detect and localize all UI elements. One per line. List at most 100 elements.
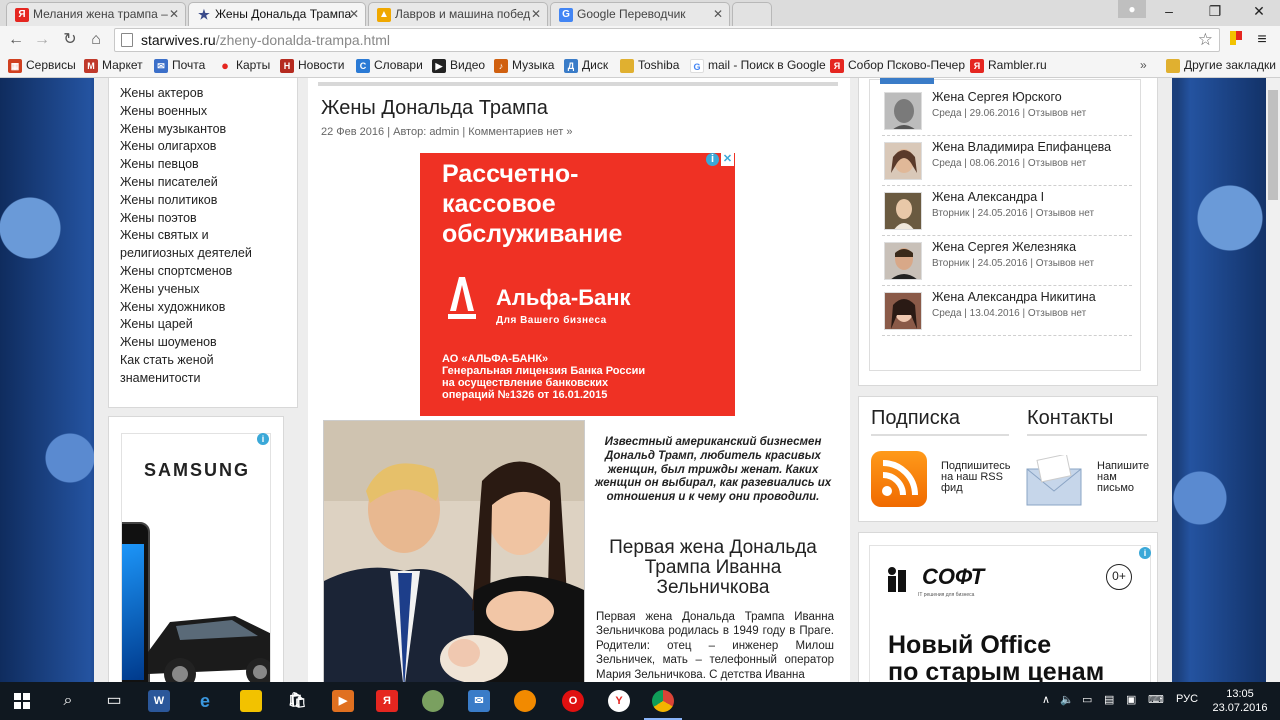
tab-close-icon[interactable]: ✕ xyxy=(531,7,541,21)
category-link[interactable]: Жены спортсменов xyxy=(109,263,297,281)
samsung-ad[interactable]: SAMSUNG xyxy=(121,433,271,682)
app-icon[interactable] xyxy=(514,690,536,712)
category-link[interactable]: Жены олигархов xyxy=(109,138,297,156)
bookmark-dictionaries[interactable]: С Словари xyxy=(356,58,423,74)
category-link[interactable]: Жены певцов xyxy=(109,156,297,174)
category-link[interactable]: Жены музыкантов xyxy=(109,121,297,139)
extension-flag-icon[interactable] xyxy=(1226,30,1246,50)
bookmark-rambler[interactable]: Я Rambler.ru xyxy=(970,58,1047,74)
recent-post[interactable]: Жена Сергея Юрского Среда | 29.06.2016 |… xyxy=(882,88,1132,136)
address-bar[interactable]: starwives.ru/zheny-donalda-trampa.html ☆ xyxy=(114,28,1220,52)
category-link[interactable]: религиозных деятелей xyxy=(109,245,297,263)
tab-lavrov[interactable]: ▲ Лавров и машина побед ✕ xyxy=(368,2,548,26)
category-link[interactable]: Как стать женой xyxy=(109,352,297,370)
category-link[interactable]: Жены политиков xyxy=(109,192,297,210)
tab-close-icon[interactable]: ✕ xyxy=(713,7,723,21)
tab-strip: Я Мелания жена трампа – ✕ ★ Жены Дональд… xyxy=(0,0,1280,26)
tab-close-icon[interactable]: ✕ xyxy=(349,7,359,21)
envelope-icon[interactable] xyxy=(1025,455,1083,507)
recent-post[interactable]: Жена Александра Никитина Среда | 13.04.2… xyxy=(882,288,1132,336)
tray-chevron-icon[interactable]: ∧ xyxy=(1042,693,1050,706)
bookmark-sobor[interactable]: Я Собор Псково-Печер xyxy=(830,58,965,74)
category-link[interactable]: Жены военных xyxy=(109,103,297,121)
language-indicator[interactable]: РУС xyxy=(1176,693,1198,705)
recent-post[interactable]: Жена Александра I Вторник | 24.05.2016 |… xyxy=(882,188,1132,236)
reload-icon[interactable]: ↻ xyxy=(60,30,80,50)
tab-melania[interactable]: Я Мелания жена трампа – ✕ xyxy=(6,2,186,26)
home-icon[interactable]: ⌂ xyxy=(86,30,106,50)
mail-icon[interactable]: ✉ xyxy=(468,690,490,712)
tab-trump-wives[interactable]: ★ Жены Дональда Трампа ✕ xyxy=(188,2,366,26)
user-profile-icon[interactable]: ● xyxy=(1118,0,1146,18)
task-view-icon[interactable]: ▭ xyxy=(94,685,134,717)
bookmark-video[interactable]: ▶ Видео xyxy=(432,58,485,74)
rss-subscribe-link[interactable]: Подпишитесь на наш RSS фид xyxy=(941,461,1011,494)
article-title: Жены Дональда Трампа xyxy=(321,97,548,119)
bookmark-maps[interactable]: ● Карты xyxy=(218,58,270,74)
menu-icon[interactable]: ≡ xyxy=(1252,30,1272,50)
ad-close-icon[interactable]: ✕ xyxy=(721,153,734,166)
notification-icon[interactable]: ▣ xyxy=(1126,693,1136,706)
tab-close-icon[interactable]: ✕ xyxy=(169,7,179,21)
divider xyxy=(871,434,1009,436)
bookmark-google-search[interactable]: Gmail - Поиск в Google xyxy=(690,58,826,74)
other-bookmarks[interactable]: Другие закладки xyxy=(1166,58,1276,74)
ad-info-icon[interactable]: i xyxy=(1139,547,1151,559)
recent-post[interactable]: Жена Сергея Железняка Вторник | 24.05.20… xyxy=(882,238,1132,286)
clock[interactable]: 13:05 23.07.2016 xyxy=(1210,687,1270,715)
restore-icon[interactable]: ❐ xyxy=(1192,0,1238,22)
url-text[interactable]: starwives.ru/zheny-donalda-trampa.html xyxy=(141,32,390,48)
bookmark-toshiba[interactable]: Toshiba xyxy=(620,58,679,74)
category-link[interactable]: Жены художников xyxy=(109,299,297,317)
category-link[interactable]: Жены актеров xyxy=(109,85,297,103)
bookmark-music[interactable]: ♪ Музыка xyxy=(494,58,554,74)
bookmark-news[interactable]: Н Новости xyxy=(280,58,344,74)
ad-info-icon[interactable]: i xyxy=(257,433,269,445)
forward-arrow-icon[interactable]: → xyxy=(32,30,52,50)
new-tab-button[interactable] xyxy=(732,2,772,26)
keyboard-icon[interactable]: ⌨ xyxy=(1148,693,1164,706)
minimize-icon[interactable]: – xyxy=(1146,0,1192,22)
yandex-icon[interactable]: Я xyxy=(376,690,398,712)
contact-link[interactable]: Напишите нам письмо xyxy=(1097,461,1149,494)
bookmark-market[interactable]: М Маркет xyxy=(84,58,143,74)
word-icon[interactable]: W xyxy=(148,690,170,712)
category-link[interactable]: Жены писателей xyxy=(109,174,297,192)
category-link[interactable]: Жены шоуменов xyxy=(109,334,297,352)
back-arrow-icon[interactable]: ← xyxy=(6,30,26,50)
category-link[interactable]: знаменитости xyxy=(109,370,297,388)
rss-icon[interactable] xyxy=(871,451,927,507)
volume-icon[interactable]: 🔈 xyxy=(1060,693,1074,706)
bookmarks-overflow-icon[interactable]: » xyxy=(1140,58,1147,74)
yandex-browser-icon[interactable]: Y xyxy=(608,690,630,712)
edge-icon[interactable]: e xyxy=(194,690,216,712)
battery-icon[interactable]: ▭ xyxy=(1082,693,1092,706)
store-icon[interactable]: 🛍 xyxy=(286,690,308,712)
scrollbar-thumb[interactable] xyxy=(1268,90,1278,200)
bookmark-mail[interactable]: ✉ Почта xyxy=(154,58,205,74)
site-content: Жены актеров Жены военных Жены музыканто… xyxy=(94,78,1172,682)
bookmark-star-icon[interactable]: ☆ xyxy=(1198,30,1213,50)
file-explorer-icon[interactable] xyxy=(240,690,262,712)
browser-toolbar: ← → ↻ ⌂ starwives.ru/zheny-donalda-tramp… xyxy=(0,26,1280,54)
tab-google-translate[interactable]: G Google Переводчик ✕ xyxy=(550,2,730,26)
opera-icon[interactable]: O xyxy=(562,690,584,712)
ad-info-icon[interactable]: i xyxy=(706,153,719,166)
recent-post[interactable]: Жена Владимира Епифанцева Среда | 08.06.… xyxy=(882,138,1132,186)
trump-family-photo xyxy=(324,421,584,682)
search-icon[interactable]: ⌕ xyxy=(48,685,88,717)
category-link[interactable]: Жены царей xyxy=(109,316,297,334)
category-link[interactable]: Жены поэтов xyxy=(109,210,297,228)
bookmark-disk[interactable]: Д Диск xyxy=(564,58,608,74)
network-icon[interactable]: ▤ xyxy=(1104,693,1114,706)
category-link[interactable]: Жены святых и xyxy=(109,227,297,245)
category-link[interactable]: Жены ученых xyxy=(109,281,297,299)
app-icon[interactable] xyxy=(422,690,444,712)
alfa-bank-ad[interactable]: Рассчетно- кассовое обслуживание Альфа-Б… xyxy=(420,153,735,416)
bookmark-services[interactable]: ▦ Сервисы xyxy=(8,58,76,74)
windows-start-icon[interactable] xyxy=(2,685,42,717)
close-window-icon[interactable]: ✕ xyxy=(1236,0,1280,22)
media-player-icon[interactable]: ▶ xyxy=(332,690,354,712)
soft-ad[interactable]: СОФТ IT решения для бизнеса 0+ Новый Off… xyxy=(869,545,1151,682)
chrome-icon[interactable] xyxy=(652,690,674,712)
